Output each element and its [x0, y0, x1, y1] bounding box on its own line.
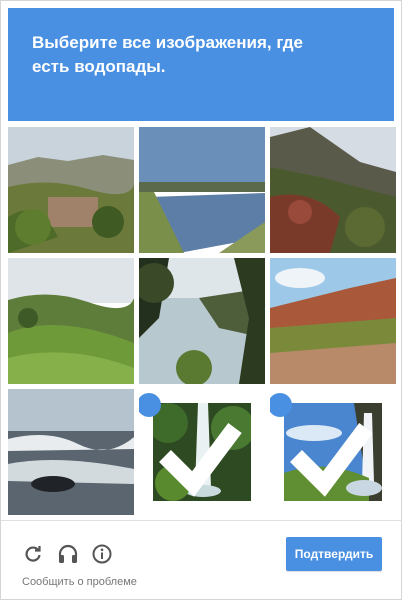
instruction-line-2: есть водопады. — [32, 55, 370, 79]
reload-icon[interactable] — [21, 542, 45, 566]
info-icon[interactable] — [90, 542, 114, 566]
tile-village-hills[interactable] — [8, 127, 134, 253]
image-grid — [8, 127, 396, 515]
mountain-forest-image — [270, 127, 396, 253]
tile-desert-canyon[interactable] — [270, 258, 396, 384]
instruction-prefix: есть — [32, 57, 75, 76]
captcha-widget: Выберите все изображения, где есть водоп… — [0, 0, 402, 600]
tile-mountain-forest[interactable] — [270, 127, 396, 253]
tile-green-hills[interactable] — [8, 258, 134, 384]
tile-waterfall-cliff[interactable] — [270, 389, 396, 515]
instruction-target: водопады — [74, 57, 161, 76]
instruction-suffix: . — [160, 57, 166, 76]
river-image — [139, 127, 265, 253]
village-hills-image — [8, 127, 134, 253]
selected-check-icon — [270, 393, 373, 497]
footer-divider — [1, 520, 402, 521]
tile-waterfall-forest[interactable] — [139, 389, 265, 515]
tile-sea-waves[interactable] — [8, 389, 134, 515]
tile-coastal-trees[interactable] — [139, 258, 265, 384]
green-hills-image — [8, 258, 134, 384]
tile-river[interactable] — [139, 127, 265, 253]
instruction-line-1: Выберите все изображения, где — [32, 33, 303, 52]
instruction-header: Выберите все изображения, где есть водоп… — [8, 8, 394, 121]
desert-canyon-image — [270, 258, 396, 384]
selected-check-icon — [139, 393, 242, 497]
verify-button[interactable]: Подтвердить — [286, 537, 382, 571]
coastal-trees-image — [139, 258, 265, 384]
headphones-icon[interactable] — [56, 542, 80, 566]
report-problem-link[interactable]: Сообщить о проблеме — [22, 576, 137, 588]
sea-waves-image — [8, 389, 134, 515]
